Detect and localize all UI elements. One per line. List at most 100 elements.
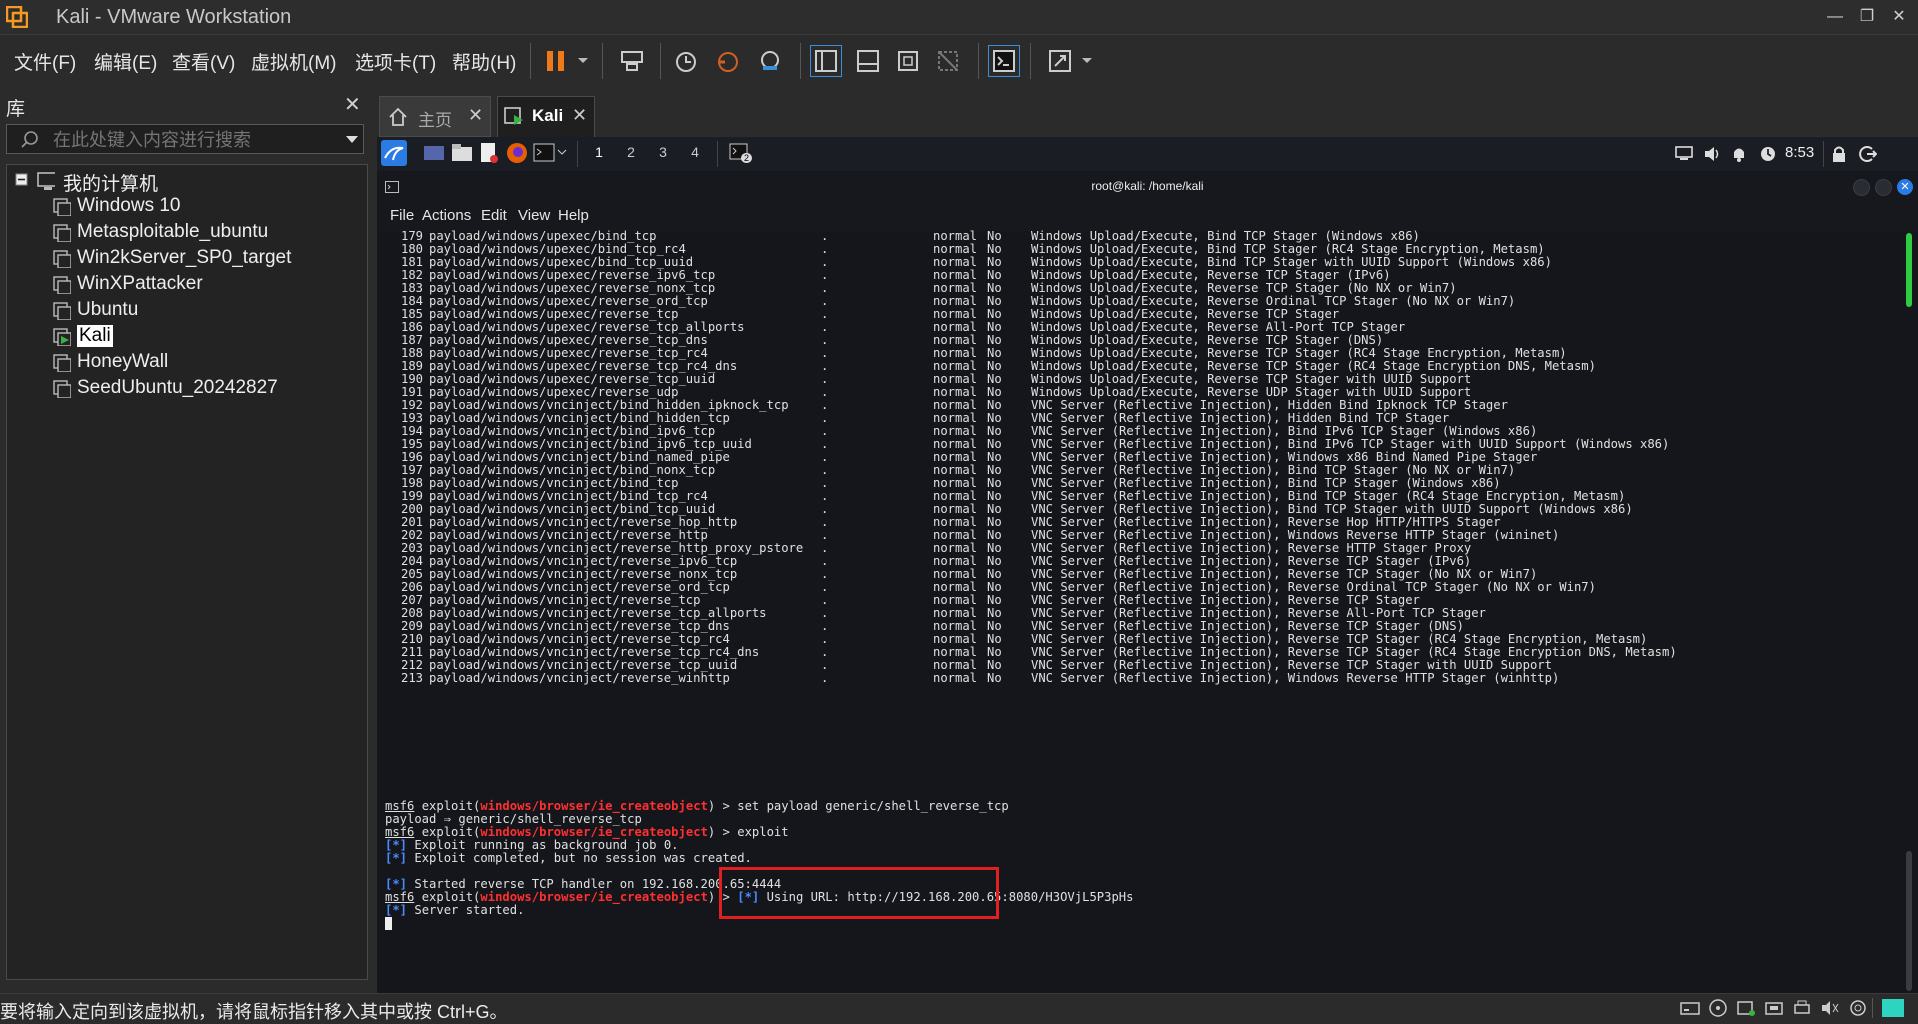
message-log-icon[interactable] <box>1882 999 1904 1017</box>
row-disclosure: . <box>821 606 829 620</box>
console-view-icon[interactable] <box>988 45 1020 77</box>
library-close-icon[interactable]: ✕ <box>344 92 361 117</box>
library-search-box[interactable] <box>6 124 364 154</box>
thumbnail-bar-icon[interactable] <box>852 45 884 77</box>
pause-icon[interactable] <box>540 45 572 77</box>
printer-icon[interactable] <box>1792 999 1812 1017</box>
terminal-icon[interactable] <box>533 143 555 163</box>
search-dropdown-icon[interactable] <box>345 135 359 144</box>
sound-card-icon[interactable] <box>1820 999 1840 1017</box>
workspace-1[interactable]: 1 <box>585 137 613 173</box>
terminal-dropdown-icon[interactable] <box>557 149 567 156</box>
row-rank: normal <box>933 398 978 412</box>
row-index: 207 <box>401 593 424 607</box>
guest-screen[interactable]: 1 2 3 4 2 8:53 root@kali: /home/kali ✕ F… <box>377 137 1918 993</box>
row-rank: normal <box>933 229 978 243</box>
menu-help[interactable]: 帮助(H) <box>452 48 516 75</box>
usb-controller-icon[interactable] <box>1764 999 1784 1017</box>
tab-kali-close-icon[interactable]: ✕ <box>572 105 587 126</box>
display-settings-icon[interactable] <box>1848 999 1868 1017</box>
library-search-input[interactable] <box>51 127 325 153</box>
menu-edit[interactable]: 编辑(E) <box>94 48 157 75</box>
tab-home-close-icon[interactable]: ✕ <box>468 105 483 126</box>
row-payload-name: payload/windows/upexec/bind_tcp_rc4 <box>429 242 686 256</box>
revert-snapshot-icon[interactable] <box>712 45 744 77</box>
show-library-icon[interactable] <box>810 45 842 77</box>
send-ctrl-alt-del-icon[interactable] <box>616 45 648 77</box>
row-disclosure: . <box>821 437 829 451</box>
tree-vm-label: Ubuntu <box>77 299 139 320</box>
volume-icon[interactable] <box>1703 145 1721 163</box>
row-description: VNC Server (Reflective Injection), Rever… <box>1031 619 1464 633</box>
cd-dvd-icon[interactable] <box>1708 999 1728 1017</box>
panel-clock[interactable]: 8:53 <box>1785 144 1814 161</box>
collapse-icon[interactable] <box>15 173 33 191</box>
row-description: VNC Server (Reflective Injection), Bind … <box>1031 502 1633 516</box>
terminal-menu-edit[interactable]: Edit <box>481 207 507 224</box>
stretch-guest-icon[interactable] <box>1044 45 1076 77</box>
menu-tabs[interactable]: 选项卡(T) <box>355 48 436 75</box>
terminal-output[interactable]: 179 payload/windows/upexec/bind_tcp. norma… <box>377 229 1918 993</box>
row-disclosure: . <box>821 645 829 659</box>
workspace-4[interactable]: 4 <box>681 137 709 171</box>
row-check: No <box>987 450 1002 464</box>
show-desktop-icon[interactable] <box>423 144 445 162</box>
display-icon[interactable] <box>1675 146 1693 162</box>
lock-screen-icon[interactable] <box>1831 145 1847 163</box>
close-button[interactable]: ✕ <box>1884 6 1914 28</box>
full-screen-icon[interactable] <box>892 45 924 77</box>
row-disclosure: . <box>821 294 829 308</box>
firefox-icon[interactable] <box>505 141 529 165</box>
network-adapter-icon[interactable] <box>1736 999 1756 1017</box>
tree-vm-label: Windows 10 <box>77 195 181 216</box>
workspace-3[interactable]: 3 <box>649 137 677 171</box>
terminal-menu-help[interactable]: Help <box>558 207 589 224</box>
logout-icon[interactable] <box>1859 145 1877 163</box>
pause-dropdown-icon[interactable] <box>570 45 596 77</box>
terminal-minimize-icon[interactable] <box>1853 179 1870 196</box>
terminal-menu-actions[interactable]: Actions <box>422 207 471 224</box>
row-index: 186 <box>401 320 424 334</box>
terminal-menu-view[interactable]: View <box>518 207 550 224</box>
terminal-menu-file[interactable]: File <box>390 207 414 224</box>
row-payload-name: payload/windows/vncinject/reverse_tcp_dn… <box>429 619 730 633</box>
row-description: Windows Upload/Execute, Reverse TCP Stag… <box>1031 268 1391 282</box>
row-rank: normal <box>933 333 978 347</box>
row-description: VNC Server (Reflective Injection), Rever… <box>1031 580 1596 594</box>
tab-kali-label: Kali <box>532 106 564 125</box>
workspace-2[interactable]: 2 <box>617 137 645 171</box>
snapshot-manager-icon[interactable] <box>754 45 786 77</box>
menu-view[interactable]: 查看(V) <box>172 48 235 75</box>
text-editor-icon[interactable] <box>479 142 499 164</box>
vm-icon <box>53 354 71 372</box>
row-rank: normal <box>933 294 978 308</box>
output-exploit-completed: [*] Exploit completed, but no session wa… <box>385 851 752 865</box>
file-manager-icon[interactable] <box>451 142 473 162</box>
row-description: VNC Server (Reflective Injection), Bind … <box>1031 463 1516 477</box>
row-description: VNC Server (Reflective Injection), Rever… <box>1031 567 1538 581</box>
scrollbar-thumb[interactable] <box>1906 851 1912 991</box>
menu-file[interactable]: 文件(F) <box>14 48 76 75</box>
row-rank: normal <box>933 281 978 295</box>
stretch-dropdown-icon[interactable] <box>1076 45 1098 77</box>
kali-menu-icon[interactable] <box>381 140 407 166</box>
taskbar-terminal[interactable]: 2 <box>725 137 757 173</box>
row-description: Windows Upload/Execute, Reverse TCP Stag… <box>1031 333 1384 347</box>
power-manager-icon[interactable] <box>1759 145 1777 163</box>
unity-icon[interactable] <box>932 45 964 77</box>
terminal-scrollbar[interactable] <box>1904 231 1916 993</box>
row-payload-name: payload/windows/vncinject/bind_nonx_tcp <box>429 463 716 477</box>
restore-button[interactable]: ❐ <box>1852 6 1882 28</box>
row-check: No <box>987 645 1002 659</box>
snapshot-icon[interactable] <box>670 45 702 77</box>
hard-disk-icon[interactable] <box>1680 999 1700 1017</box>
tab-home[interactable]: 主页 ✕ <box>379 96 491 137</box>
terminal-maximize-icon[interactable] <box>1875 179 1892 196</box>
tab-kali[interactable]: Kali ✕ <box>497 96 595 137</box>
terminal-close-icon[interactable]: ✕ <box>1897 179 1913 195</box>
row-disclosure: . <box>821 307 829 321</box>
row-rank: normal <box>933 671 978 685</box>
menu-vm[interactable]: 虚拟机(M) <box>251 48 336 75</box>
minimize-button[interactable]: — <box>1820 6 1850 28</box>
notifications-icon[interactable] <box>1731 145 1747 163</box>
